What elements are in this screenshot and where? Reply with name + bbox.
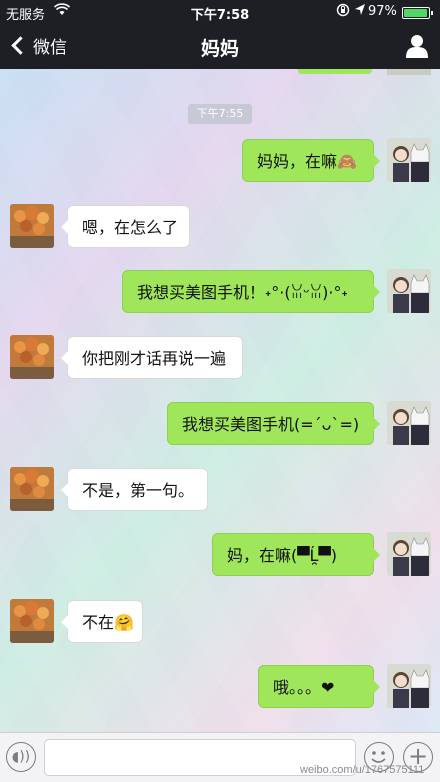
my-avatar[interactable] bbox=[387, 401, 431, 445]
message-bubble-sent[interactable]: 我想买美图手机(=´ᴗ`=) bbox=[167, 402, 380, 445]
voice-icon: ◖)) bbox=[11, 749, 31, 765]
my-avatar[interactable] bbox=[387, 269, 431, 313]
contact-avatar[interactable] bbox=[10, 599, 54, 643]
message-bubble-received[interactable]: 不在🤗 bbox=[61, 600, 143, 643]
previous-message-bubble bbox=[298, 69, 372, 74]
chat-title: 妈妈 bbox=[200, 38, 239, 60]
message-bubble-sent[interactable]: 哦。。。❤ bbox=[258, 665, 380, 708]
message-bubble-received[interactable]: 嗯，在怎么了 bbox=[61, 205, 190, 248]
message-bubble-received[interactable]: 你把刚才话再说一遍 bbox=[61, 336, 243, 379]
person-icon bbox=[406, 35, 428, 58]
message-bubble-sent[interactable]: 妈，在嘛(▀̿Ĺ̯▀̿) bbox=[212, 533, 380, 576]
contact-avatar[interactable] bbox=[10, 335, 54, 379]
location-icon bbox=[354, 3, 366, 21]
nav-bar: 微信 妈妈 bbox=[0, 24, 440, 69]
my-avatar[interactable] bbox=[387, 138, 431, 182]
previous-message-avatar bbox=[387, 69, 431, 75]
my-avatar[interactable] bbox=[387, 532, 431, 576]
message-bubble-sent[interactable]: 妈妈，在嘛🙈 bbox=[242, 139, 380, 182]
watermark: weibo.com/u/1767575111 bbox=[300, 764, 425, 776]
battery-percent: 97% bbox=[368, 4, 397, 19]
contact-avatar[interactable] bbox=[10, 467, 54, 511]
voice-button[interactable]: ◖)) bbox=[6, 742, 36, 772]
profile-button[interactable] bbox=[406, 34, 428, 58]
chat-timestamp: 下午7:55 bbox=[188, 104, 252, 124]
my-avatar[interactable] bbox=[387, 664, 431, 708]
contact-avatar[interactable] bbox=[10, 204, 54, 248]
battery-icon bbox=[402, 7, 433, 19]
rotation-lock-icon bbox=[336, 3, 350, 21]
message-bubble-sent[interactable]: 我想买美图手机！˖°·(ꈍᵕꈍ)·°˖ bbox=[122, 270, 380, 313]
status-bar: 无服务 下午7:58 97% bbox=[0, 0, 440, 24]
message-bubble-received[interactable]: 不是，第一句。 bbox=[61, 468, 208, 511]
